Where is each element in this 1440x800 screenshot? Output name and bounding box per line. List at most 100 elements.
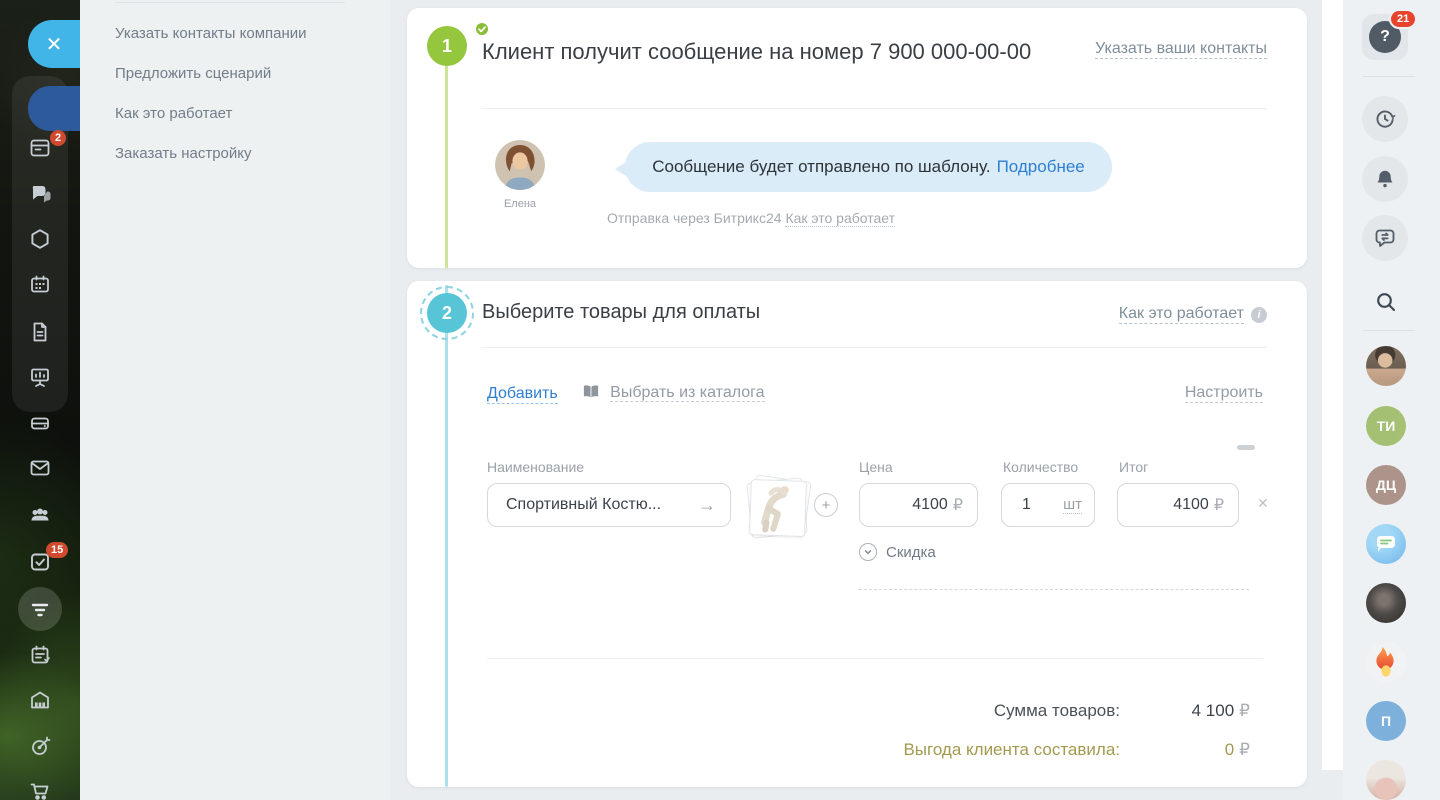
chat-avatar-cupcake[interactable]: [1366, 760, 1406, 800]
chat-avatar-channel[interactable]: [1366, 524, 1406, 564]
rail-divider: [1363, 76, 1415, 77]
column-quantity: Количество: [1003, 459, 1078, 475]
sites-icon[interactable]: [28, 365, 52, 389]
drive-icon[interactable]: [28, 411, 52, 435]
chat-avatar-photo-dark[interactable]: [1366, 583, 1406, 623]
column-name: Наименование: [487, 459, 584, 475]
messenger-icon[interactable]: [28, 182, 52, 206]
marketplace-icon[interactable]: [28, 227, 52, 251]
benefit-row: Выгода клиента составила: 0₽: [903, 740, 1250, 760]
chat-avatar-ti[interactable]: ТИ: [1366, 406, 1406, 446]
app-left-rail: ✕ 2: [0, 0, 80, 800]
helper-menu-panel: Указать контакты компании Предложить сце…: [80, 0, 390, 800]
help-badge: 21: [1389, 9, 1417, 29]
benefit-value: 0: [1225, 740, 1234, 759]
send-via-note: Отправка через Битрикс24 Как это работае…: [607, 210, 895, 226]
step2-number-badge: 2: [427, 293, 467, 333]
mini-scrollbar[interactable]: [1237, 445, 1255, 450]
step2-card: 2 Выберите товары для оплаты Как это раб…: [407, 281, 1307, 787]
planner-icon[interactable]: [28, 643, 52, 667]
product-name-input[interactable]: Спортивный Костю... →: [487, 483, 731, 527]
add-photo-button[interactable]: +: [814, 493, 838, 517]
crm-funnel-icon[interactable]: [18, 587, 62, 631]
step2-progress-line: [445, 285, 448, 787]
menu-item-order-setup[interactable]: Заказать настройку: [115, 145, 252, 162]
price-input[interactable]: 4100 ₽: [859, 483, 978, 527]
column-price: Цена: [859, 459, 893, 475]
avatar-name: Елена: [482, 198, 558, 210]
chat-avatar-fire[interactable]: [1366, 642, 1406, 682]
how-it-works-link[interactable]: Как это работает: [1119, 305, 1244, 324]
template-message-bubble: Сообщение будет отправлено по шаблону. П…: [625, 142, 1112, 192]
close-menu-button[interactable]: ✕: [28, 20, 80, 68]
step1-divider: [482, 108, 1267, 109]
row-total: 4100 ₽: [1117, 483, 1239, 527]
details-link[interactable]: Подробнее: [997, 157, 1085, 177]
price-value: 4100: [912, 496, 948, 514]
documents-icon[interactable]: [28, 320, 52, 344]
product-photo-person: [755, 482, 801, 534]
step1-number-badge: 1: [427, 26, 467, 66]
menu-divider: [115, 2, 345, 3]
live-feed-badge: 2: [50, 130, 66, 146]
price-currency: ₽: [953, 495, 963, 515]
open-lines-chat-icon[interactable]: [1362, 215, 1408, 261]
active-section-pill[interactable]: [28, 86, 80, 131]
right-icon-rail: ? 21 ТИ ДЦ: [1343, 0, 1440, 800]
close-icon: ✕: [46, 32, 63, 57]
how-it-works-link[interactable]: Как это работает: [785, 210, 895, 227]
product-actions: Добавить Выбрать из каталога: [487, 384, 765, 405]
specify-your-contacts-link[interactable]: Указать ваши контакты: [1095, 40, 1267, 59]
chat-bubble-icon: [1373, 532, 1399, 556]
catalog-action[interactable]: Выбрать из каталога: [582, 384, 765, 405]
scrollbar-track[interactable]: ▲: [1322, 0, 1343, 770]
menu-item-company-contacts[interactable]: Указать контакты компании: [115, 25, 307, 42]
discount-dashed-divider: [859, 589, 1249, 590]
discount-label: Скидка: [886, 544, 936, 561]
chat-avatar-dc[interactable]: ДЦ: [1366, 465, 1406, 505]
product-name-value: Спортивный Костю...: [506, 496, 698, 514]
product-photo[interactable]: [747, 477, 811, 541]
totals-divider: [487, 658, 1263, 659]
live-feed-icon[interactable]: 2: [28, 136, 52, 160]
warehouse-icon[interactable]: [28, 688, 52, 712]
menu-item-how-it-works[interactable]: Как это работает: [115, 105, 232, 122]
tasks-icon[interactable]: 15: [28, 550, 52, 574]
step1-title: Клиент получит сообщение на номер 7 900 …: [482, 36, 1042, 67]
choose-from-catalog-link[interactable]: Выбрать из каталога: [610, 384, 764, 402]
tasks-badge: 15: [46, 542, 68, 558]
marketing-target-icon[interactable]: [28, 734, 52, 758]
step2-title: Выберите товары для оплаты: [482, 301, 760, 324]
column-total: Итог: [1119, 459, 1148, 475]
menu-item-suggest-scenario[interactable]: Предложить сценарий: [115, 65, 271, 82]
shop-cart-icon[interactable]: [28, 779, 52, 800]
search-icon[interactable]: [1374, 290, 1398, 314]
avatar: [495, 140, 545, 190]
benefit-label: Выгода клиента составила:: [903, 740, 1120, 760]
chat-avatar-photo[interactable]: [1366, 346, 1406, 386]
quantity-value: 1: [1022, 496, 1031, 514]
calendar-icon[interactable]: [28, 272, 52, 296]
sum-value: 4 100: [1192, 701, 1235, 720]
mail-icon[interactable]: [28, 456, 52, 480]
row-total-currency: ₽: [1214, 495, 1224, 515]
time-management-icon[interactable]: [1362, 96, 1408, 142]
sum-row: Сумма товаров: 4 100₽: [994, 701, 1250, 721]
step1-done-check-icon: [474, 21, 490, 37]
open-product-arrow-icon[interactable]: →: [698, 495, 716, 516]
employees-icon[interactable]: [28, 503, 52, 527]
unit-selector[interactable]: шт: [1063, 496, 1082, 514]
remove-row-icon[interactable]: ✕: [1257, 495, 1269, 512]
rail-divider: [1363, 330, 1415, 331]
discount-toggle[interactable]: Скидка: [859, 543, 936, 561]
step1-progress-line: [445, 46, 448, 268]
configure-link[interactable]: Настроить: [1185, 384, 1263, 403]
notifications-bell-icon[interactable]: [1362, 156, 1408, 202]
info-icon[interactable]: i: [1251, 307, 1267, 323]
fire-icon: [1371, 645, 1401, 679]
quantity-input[interactable]: 1 шт: [1001, 483, 1095, 527]
sum-label: Сумма товаров:: [994, 701, 1120, 721]
chevron-down-icon: [859, 543, 877, 561]
chat-avatar-p[interactable]: П: [1366, 701, 1406, 741]
add-product-link[interactable]: Добавить: [487, 385, 558, 404]
